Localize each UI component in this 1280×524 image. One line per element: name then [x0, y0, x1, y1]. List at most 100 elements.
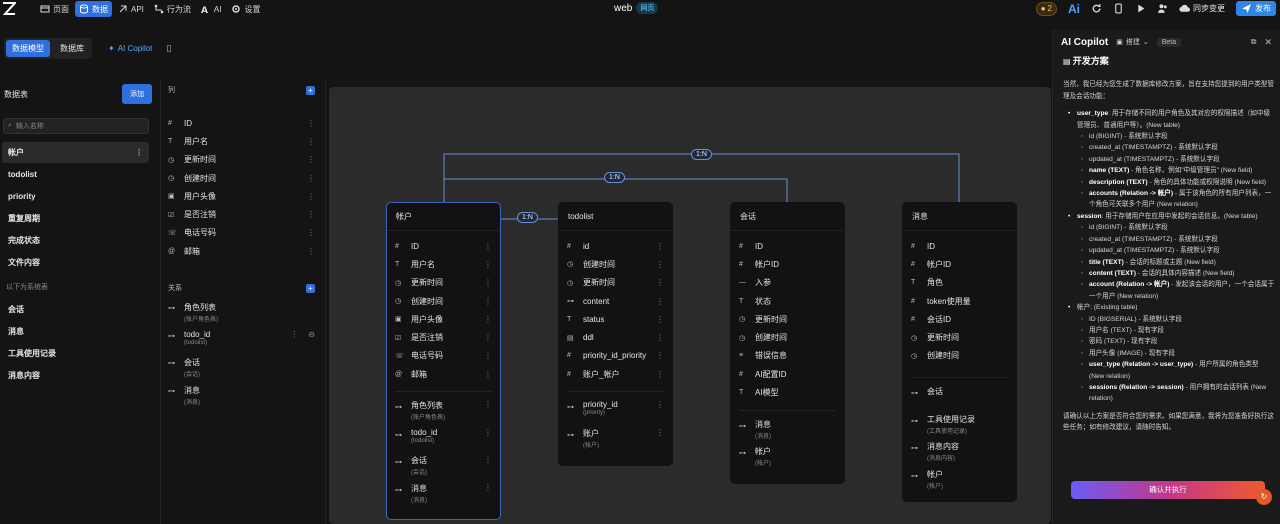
table-item[interactable]: priority	[2, 186, 149, 207]
more-icon[interactable]: ⋮	[484, 455, 492, 464]
card-field[interactable]: # ID ⋮	[387, 237, 500, 255]
more-icon[interactable]: ⋮	[484, 297, 492, 306]
column-row[interactable]: ◷ 更新时间 ⋮	[161, 151, 325, 169]
ai-copilot-toggle[interactable]: ✦ AI Copilot	[108, 44, 152, 53]
play-icon[interactable]	[1135, 3, 1146, 14]
column-row[interactable]: ☏ 电话号码 ⋮	[161, 224, 325, 242]
table-item[interactable]: 完成状态	[2, 230, 149, 251]
card-field[interactable]: T 角色	[903, 274, 1016, 292]
more-icon[interactable]: ⋮	[484, 315, 492, 324]
card-field[interactable]: ◷ 更新时间	[731, 310, 844, 328]
table-item-account[interactable]: 帐户 ⋮	[2, 142, 149, 163]
more-icon[interactable]: ⋮	[656, 260, 664, 269]
more-icon[interactable]: ⋮	[307, 210, 315, 219]
more-icon[interactable]: ⋮	[656, 297, 664, 306]
credits-badge[interactable]: ● 2	[1035, 1, 1057, 16]
card-field[interactable]: — 入参	[731, 274, 844, 292]
card-field[interactable]: ☏ 电话号码 ⋮	[387, 347, 500, 365]
card-field[interactable]: ◷ 创建时间	[903, 347, 1016, 365]
relation-row[interactable]: ⊶ 消息 (消息)	[161, 385, 325, 413]
card-field[interactable]: ▣ 用户头像 ⋮	[387, 310, 500, 328]
card-field[interactable]: # 帐户ID	[903, 255, 1016, 273]
more-icon[interactable]: ⋮	[656, 242, 664, 251]
relation-row[interactable]: ⊶ 会话 (会话)	[161, 357, 325, 385]
card-field[interactable]: ◷ 创建时间 ⋮	[387, 292, 500, 310]
card-field[interactable]: # 账户_帐户 ⋮	[559, 365, 672, 383]
edge-label[interactable]: 1:N	[604, 172, 625, 183]
more-icon[interactable]: ⋮	[307, 228, 315, 237]
more-icon[interactable]: ⋮	[656, 278, 664, 287]
more-icon[interactable]: ⋮	[290, 330, 298, 339]
table-card-account[interactable]: 帐户 # ID ⋮ T 用户名 ⋮ ◷ 更新时间 ⋮ ◷ 创建时间 ⋮ ▣ 用户头像 ⋮ ☑ 是否注销…	[386, 202, 501, 520]
more-icon[interactable]: ⋮	[307, 174, 315, 183]
expand-icon[interactable]: ⧉	[1251, 37, 1257, 47]
mobile-preview-icon[interactable]	[1113, 3, 1124, 14]
more-icon[interactable]: ⋮	[656, 428, 664, 437]
table-item[interactable]: 重复周期	[2, 208, 149, 229]
more-icon[interactable]: ⋮	[656, 370, 664, 379]
app-logo[interactable]	[2, 2, 18, 16]
more-icon[interactable]: ⋮	[484, 260, 492, 269]
system-table-item[interactable]: 会话	[2, 299, 149, 320]
table-item[interactable]: 文件内容	[2, 252, 149, 273]
card-field[interactable]: T 用户名 ⋮	[387, 255, 500, 273]
column-row[interactable]: ☑ 是否注销 ⋮	[161, 205, 325, 223]
nav-item-ai[interactable]: A AI	[197, 1, 226, 17]
er-canvas[interactable]: 1:N 1:N 1:N 帐户 # ID ⋮ T 用户名 ⋮ ◷ 更新时间 ⋮ ◷ 创建时间 ⋮ …	[329, 87, 1051, 524]
column-row[interactable]: @ 邮箱 ⋮	[161, 242, 325, 260]
book-icon[interactable]: ▯	[166, 43, 171, 54]
card-field[interactable]: Tstatus ⋮	[559, 310, 672, 328]
card-field[interactable]: ◷ 更新时间 ⋮	[387, 274, 500, 292]
card-field[interactable]: # 会话ID	[903, 310, 1016, 328]
card-field[interactable]: ⊶ content ⋮	[559, 292, 672, 310]
system-table-item[interactable]: 工具使用记录	[2, 343, 149, 364]
tab-data-model[interactable]: 数据模型	[6, 39, 50, 57]
more-icon[interactable]: ⋮	[484, 351, 492, 360]
tab-database[interactable]: 数据库	[54, 40, 90, 57]
table-item[interactable]: todolist	[2, 164, 149, 185]
table-card-todolist[interactable]: todolist # id ⋮ ◷ 创建时间 ⋮ ◷ 更新时间 ⋮ ⊶ content ⋮ Ts…	[558, 202, 673, 466]
card-relation[interactable]: ⊶ 帐户 (帐户)	[731, 446, 844, 474]
sync-button[interactable]: 同步变更	[1179, 3, 1225, 14]
column-row[interactable]: ◷ 创建时间 ⋮	[161, 169, 325, 187]
system-table-item[interactable]: 消息内容	[2, 365, 149, 386]
more-icon[interactable]: ⋮	[307, 119, 315, 128]
table-card-message[interactable]: 消息 # ID # 帐户ID T 角色 # token使用量 # 会话ID ◷ 更新时间 ◷…	[902, 202, 1017, 502]
card-field[interactable]: # priority_id_priority ⋮	[559, 347, 672, 365]
relation-row[interactable]: ⊶ todo_id (todolist) ⋮ ⊖	[161, 330, 325, 358]
card-relation[interactable]: ⊶ 消息 (消息) ⋮	[387, 483, 500, 511]
more-icon[interactable]: ⋮	[656, 315, 664, 324]
card-field[interactable]: ◷ 更新时间 ⋮	[559, 274, 672, 292]
ai-logo[interactable]: Ai	[1068, 2, 1080, 16]
edge-label[interactable]: 1:N	[691, 149, 712, 160]
card-field[interactable]: # ID	[731, 237, 844, 255]
column-row[interactable]: # ID ⋮	[161, 114, 325, 132]
more-icon[interactable]: ⋮	[307, 155, 315, 164]
card-relation[interactable]: ⊶ 消息内容 (消息内容)	[903, 441, 1016, 469]
nav-item-data[interactable]: 数据	[75, 1, 112, 17]
add-relation-button[interactable]: +	[306, 283, 315, 293]
more-icon[interactable]: ⋮	[307, 192, 315, 201]
card-field[interactable]: ◷ 创建时间 ⋮	[559, 255, 672, 273]
card-relation[interactable]: ⊶ 账户 (帐户) ⋮	[559, 428, 672, 456]
table-search-input[interactable]: ⌕ 输入名称	[3, 118, 149, 134]
more-icon[interactable]: ⋮	[484, 370, 492, 379]
card-relation[interactable]: ⊶ 工具使用记录 (工具使用记录)	[903, 414, 1016, 442]
card-field[interactable]: T AI模型	[731, 383, 844, 401]
more-icon[interactable]: ⋮	[135, 148, 143, 157]
app-title[interactable]: web 网页	[614, 2, 659, 14]
card-relation[interactable]: ⊶ todo_id (todolist) ⋮	[387, 428, 500, 456]
more-icon[interactable]: ⋮	[484, 483, 492, 492]
card-field[interactable]: # AI配置ID	[731, 365, 844, 383]
more-icon[interactable]: ⋮	[484, 242, 492, 251]
more-icon[interactable]: ⋮	[656, 351, 664, 360]
card-relation[interactable]: ⊶ 消息 (消息)	[731, 419, 844, 447]
more-icon[interactable]: ⋮	[307, 137, 315, 146]
feedback-fab-icon[interactable]: ↻	[1256, 489, 1272, 505]
users-icon[interactable]	[1157, 3, 1168, 14]
card-field[interactable]: # token使用量	[903, 292, 1016, 310]
card-field[interactable]: T 状态	[731, 292, 844, 310]
nav-item-settings[interactable]: 设置	[227, 1, 264, 17]
add-table-button[interactable]: 添加	[122, 84, 152, 104]
system-table-item[interactable]: 消息	[2, 321, 149, 342]
